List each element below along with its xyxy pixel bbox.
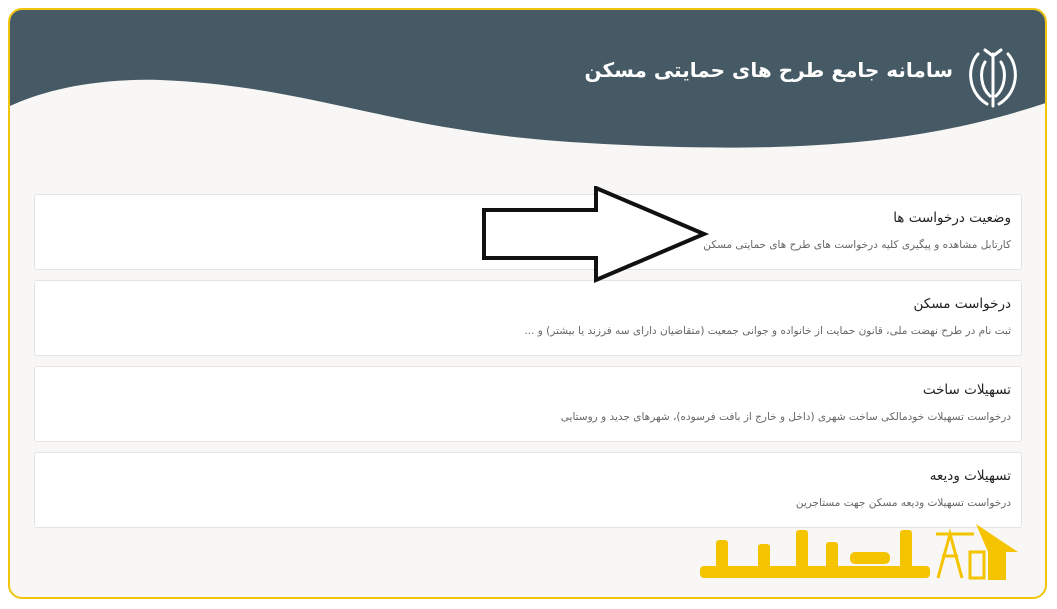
service-card-deposit-loan[interactable]: تسهیلات ودیعه درخواست تسهیلات ودیعه مسکن… <box>34 452 1022 528</box>
service-card-description: ثبت نام در طرح نهضت ملی، قانون حمایت از … <box>524 325 1011 337</box>
service-card-title: تسهیلات ساخت <box>922 382 1011 398</box>
service-card-description: کارتابل مشاهده و پیگیری کلیه درخواست های… <box>703 239 1011 251</box>
service-card-housing-request[interactable]: درخواست مسکن ثبت نام در طرح نهضت ملی، قا… <box>34 280 1022 356</box>
header-wave <box>10 10 1045 148</box>
site-header: سامانه جامع طرح های حمایتی مسکن <box>10 10 1045 170</box>
app-title: سامانه جامع طرح های حمایتی مسکن <box>584 58 954 82</box>
service-card-title: وضعیت درخواست ها <box>893 210 1011 226</box>
service-card-construction-loan[interactable]: تسهیلات ساخت درخواست تسهیلات خودمالکی سا… <box>34 366 1022 442</box>
amlak-logo-icon <box>700 524 1018 580</box>
service-card-title: درخواست مسکن <box>913 296 1011 312</box>
app-frame: سامانه جامع طرح های حمایتی مسکن وضعیت در… <box>8 8 1047 599</box>
pointer-arrow-icon <box>482 186 710 284</box>
service-card-description: درخواست تسهیلات خودمالکی ساخت شهری (داخل… <box>560 411 1011 423</box>
iran-emblem-icon <box>969 48 1017 108</box>
service-card-description: درخواست تسهیلات ودیعه مسکن جهت مستاجرین <box>795 497 1011 509</box>
service-card-title: تسهیلات ودیعه <box>929 468 1011 484</box>
